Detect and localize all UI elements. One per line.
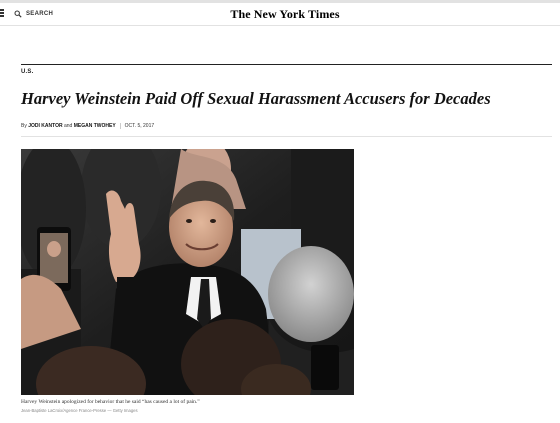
byline-rule <box>21 136 552 137</box>
search-button[interactable]: SEARCH <box>14 8 53 20</box>
photo-credit: Jean-Baptiste LaCroix/Agence France-Pres… <box>21 408 138 413</box>
search-label: SEARCH <box>26 11 54 17</box>
section-rule <box>21 64 552 65</box>
byline-author-1[interactable]: JODI KANTOR <box>28 123 62 129</box>
article-headline: Harvey Weinstein Paid Off Sexual Harassm… <box>21 89 491 108</box>
photo-illustration <box>21 149 354 395</box>
nyt-logo[interactable]: The New York Times <box>200 7 370 22</box>
byline: By JODI KANTOR and MEGAN TWOHEY OCT. 5, … <box>21 123 154 129</box>
article-photo <box>21 149 354 395</box>
byline-date: OCT. 5, 2017 <box>124 123 155 129</box>
section-label[interactable]: U.S. <box>21 69 33 75</box>
byline-conjunction: and <box>63 123 73 129</box>
hamburger-menu-icon[interactable] <box>0 9 6 17</box>
byline-separator <box>119 123 121 129</box>
search-icon <box>14 10 22 18</box>
byline-prefix: By <box>21 123 27 129</box>
photo-caption: Harvey Weinstein apologized for behavior… <box>21 399 200 405</box>
ad-band <box>0 26 560 63</box>
byline-author-2[interactable]: MEGAN TWOHEY <box>74 123 116 129</box>
masthead: SEARCH The New York Times <box>0 3 560 26</box>
